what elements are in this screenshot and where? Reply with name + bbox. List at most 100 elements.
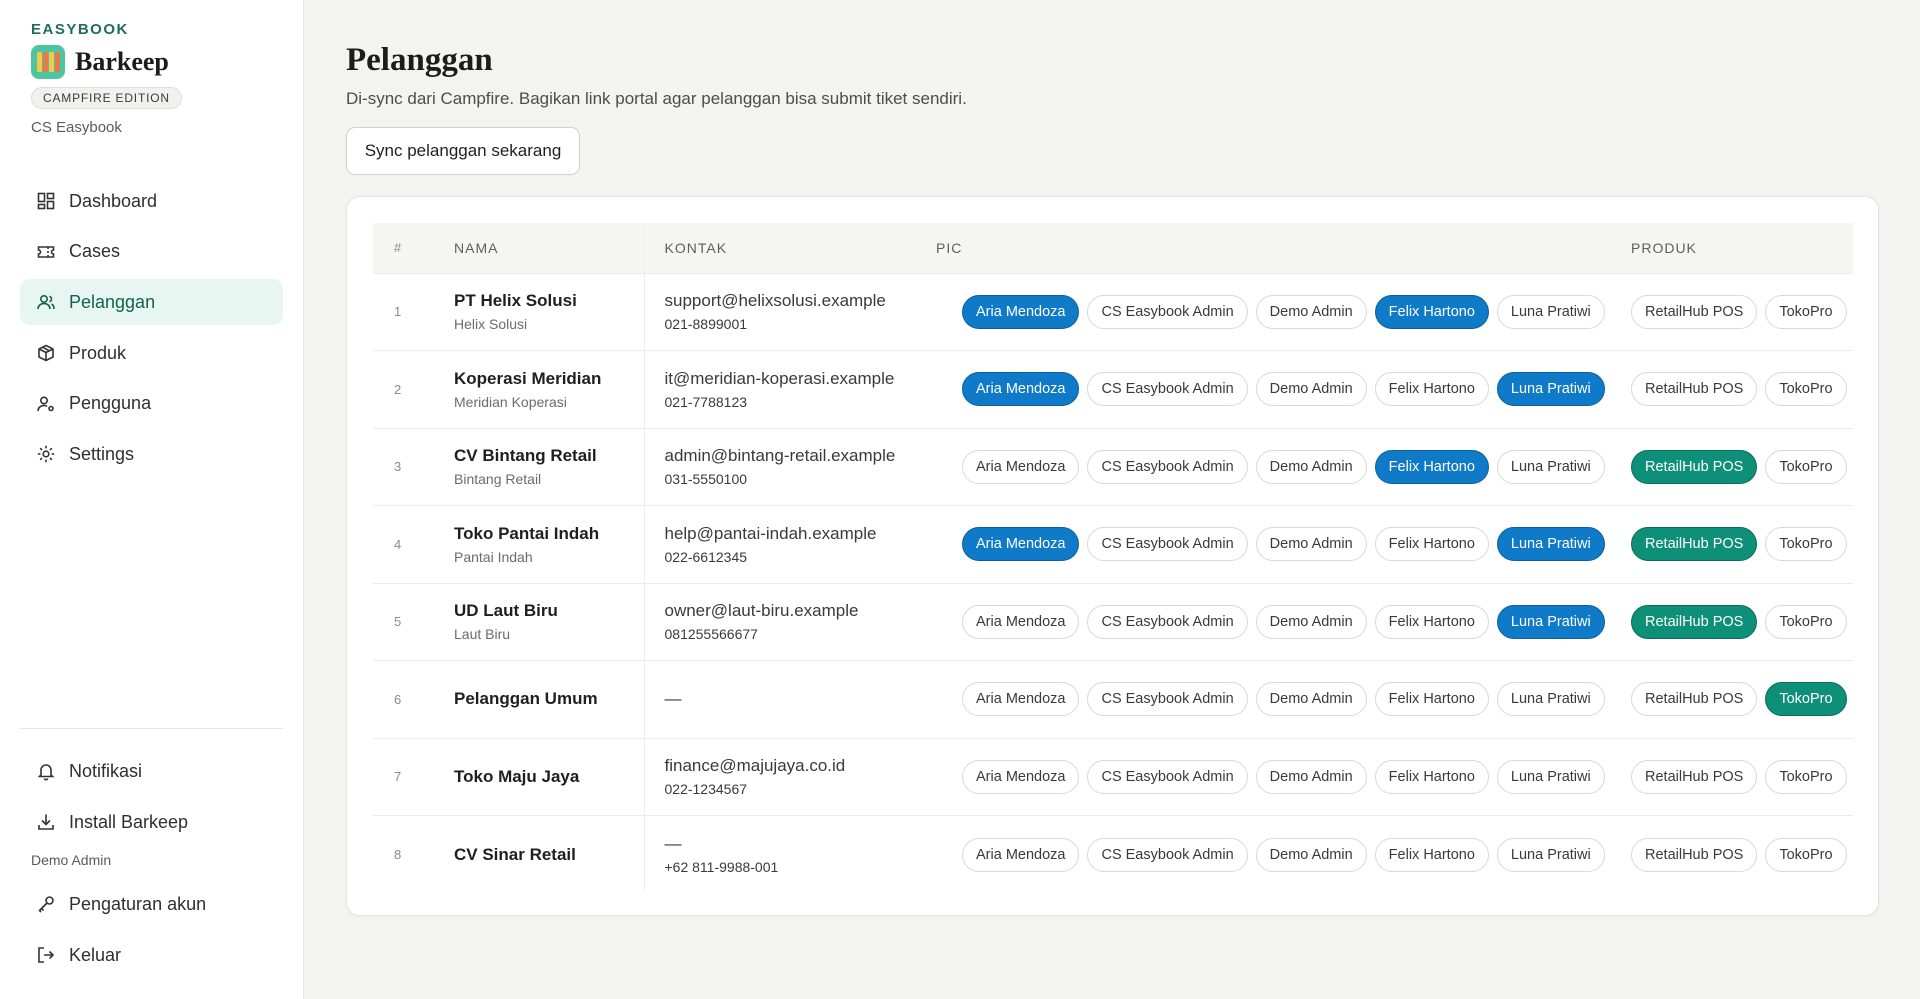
contact-email: admin@bintang-retail.example <box>664 446 896 466</box>
nav-item-produk[interactable]: Produk <box>20 330 283 376</box>
pic-chip[interactable]: Demo Admin <box>1255 682 1367 717</box>
pic-chip[interactable]: Felix Hartono <box>1374 449 1489 484</box>
sidebar-divider <box>20 728 283 729</box>
product-chip[interactable]: RetailHub POS <box>1631 759 1758 794</box>
account-settings-button[interactable]: Pengaturan akun <box>20 882 283 926</box>
customer-name: Pelanggan Umum <box>454 689 598 709</box>
nav-item-label: Pelanggan <box>69 291 156 312</box>
customer-name: Toko Maju Jaya <box>454 766 580 786</box>
install-button[interactable]: Install Barkeep <box>20 800 283 844</box>
nav-item-settings[interactable]: Settings <box>20 431 283 477</box>
pic-chip[interactable]: Felix Hartono <box>1374 682 1489 717</box>
pic-cell: Aria Mendoza CS Easybook Admin Demo Admin F… <box>936 273 1611 351</box>
nav-item-pengguna[interactable]: Pengguna <box>20 381 283 427</box>
brand[interactable]: Barkeep <box>31 44 169 80</box>
pic-chip[interactable]: Aria Mendoza <box>962 682 1080 717</box>
pic-chip[interactable]: CS Easybook Admin <box>1087 682 1248 717</box>
table-row: 3 CV Bintang Retail Bintang Retail admin@b… <box>373 428 1853 506</box>
table-row: 6 Pelanggan Umum — Aria Mendoza CS Easybook… <box>373 660 1853 738</box>
current-user: Demo Admin <box>31 852 112 868</box>
pic-chip[interactable]: CS Easybook Admin <box>1087 294 1248 329</box>
pic-chip[interactable]: Aria Mendoza <box>962 759 1080 794</box>
row-number: 3 <box>394 459 402 475</box>
product-chip[interactable]: TokoPro <box>1765 682 1847 717</box>
install-label: Install Barkeep <box>69 811 189 832</box>
pic-chip[interactable]: Aria Mendoza <box>962 449 1080 484</box>
pic-chip[interactable]: Demo Admin <box>1255 449 1367 484</box>
pic-chip[interactable]: Aria Mendoza <box>962 837 1080 872</box>
pic-chip[interactable]: Luna Pratiwi <box>1496 372 1605 407</box>
pic-chip[interactable]: Felix Hartono <box>1374 372 1489 407</box>
product-chip[interactable]: RetailHub POS <box>1631 682 1758 717</box>
notifications-label: Notifikasi <box>69 760 143 781</box>
product-chip[interactable]: TokoPro <box>1765 837 1847 872</box>
pic-chip[interactable]: CS Easybook Admin <box>1087 837 1248 872</box>
header-product: PRODUK <box>1611 223 1853 273</box>
contact-cell: support@helixsolusi.example 021-8899001 <box>644 273 936 351</box>
pic-chip[interactable]: Luna Pratiwi <box>1496 837 1605 872</box>
customer-alias: Meridian Koperasi <box>454 393 567 410</box>
pic-chip[interactable]: CS Easybook Admin <box>1087 449 1248 484</box>
pic-chip[interactable]: Aria Mendoza <box>962 604 1080 639</box>
notifications-button[interactable]: Notifikasi <box>20 749 283 793</box>
pic-chip[interactable]: Demo Admin <box>1255 837 1367 872</box>
pic-chip[interactable]: Luna Pratiwi <box>1496 527 1605 562</box>
product-chip[interactable]: RetailHub POS <box>1631 372 1758 407</box>
pic-chip[interactable]: Aria Mendoza <box>962 372 1080 407</box>
pic-chip[interactable]: Aria Mendoza <box>962 527 1080 562</box>
pic-chip[interactable]: Aria Mendoza <box>962 294 1080 329</box>
pic-chip[interactable]: CS Easybook Admin <box>1087 759 1248 794</box>
pic-chip[interactable]: Luna Pratiwi <box>1496 294 1605 329</box>
pic-chip[interactable]: Luna Pratiwi <box>1496 604 1605 639</box>
workspace-name: CS Easybook <box>31 119 122 136</box>
gear-icon <box>36 444 56 464</box>
pic-chip[interactable]: Felix Hartono <box>1374 604 1489 639</box>
nav-item-pelanggan[interactable]: Pelanggan <box>20 279 283 326</box>
pic-chip[interactable]: Demo Admin <box>1255 527 1367 562</box>
pic-chip[interactable]: CS Easybook Admin <box>1087 527 1248 562</box>
pic-chip[interactable]: Demo Admin <box>1255 604 1367 639</box>
logout-button[interactable]: Keluar <box>20 933 283 977</box>
ticket-icon <box>36 242 56 262</box>
pic-chip[interactable]: Felix Hartono <box>1374 837 1489 872</box>
product-chip[interactable]: TokoPro <box>1765 372 1847 407</box>
product-chip[interactable]: TokoPro <box>1765 604 1847 639</box>
pic-cell: Aria Mendoza CS Easybook Admin Demo Admin F… <box>936 428 1611 506</box>
pic-chip[interactable]: Felix Hartono <box>1374 759 1489 794</box>
pic-chip[interactable]: Demo Admin <box>1255 294 1367 329</box>
pic-chip[interactable]: Luna Pratiwi <box>1496 682 1605 717</box>
sidebar: EASYBOOK Barkeep CAMPFIRE EDITION CS Eas… <box>0 0 304 999</box>
row-number: 7 <box>394 769 402 785</box>
product-chip[interactable]: RetailHub POS <box>1631 527 1758 562</box>
contact-email: finance@majujaya.co.id <box>664 756 846 776</box>
brand-name: Barkeep <box>75 47 169 76</box>
product-chip[interactable]: TokoPro <box>1765 527 1847 562</box>
product-chip[interactable]: TokoPro <box>1765 449 1847 484</box>
product-chip[interactable]: RetailHub POS <box>1631 294 1758 329</box>
nav-item-cases[interactable]: Cases <box>20 229 283 275</box>
pic-chip[interactable]: Luna Pratiwi <box>1496 759 1605 794</box>
pic-cell: Aria Mendoza CS Easybook Admin Demo Admin F… <box>936 351 1611 429</box>
product-chip[interactable]: TokoPro <box>1765 759 1847 794</box>
pic-chip[interactable]: Felix Hartono <box>1374 527 1489 562</box>
pic-chip[interactable]: Luna Pratiwi <box>1496 449 1605 484</box>
product-chip[interactable]: RetailHub POS <box>1631 449 1758 484</box>
customer-name-cell: CV Sinar Retail <box>454 815 645 891</box>
row-number: 6 <box>394 691 402 707</box>
pic-chip[interactable]: Demo Admin <box>1255 759 1367 794</box>
product-chip[interactable]: RetailHub POS <box>1631 604 1758 639</box>
pic-chip[interactable]: Felix Hartono <box>1374 294 1489 329</box>
nav-item-dashboard[interactable]: Dashboard <box>20 178 283 224</box>
product-chip[interactable]: RetailHub POS <box>1631 837 1758 872</box>
contact-email: support@helixsolusi.example <box>664 291 886 311</box>
contact-cell: admin@bintang-retail.example 031-5550100 <box>644 428 936 506</box>
customer-name-cell: CV Bintang Retail Bintang Retail <box>454 428 645 506</box>
sync-customers-button[interactable]: Sync pelanggan sekarang <box>346 127 580 175</box>
product-chip[interactable]: TokoPro <box>1765 294 1847 329</box>
customer-alias: Bintang Retail <box>454 471 542 488</box>
pic-chip[interactable]: CS Easybook Admin <box>1087 372 1248 407</box>
pic-chip[interactable]: CS Easybook Admin <box>1087 604 1248 639</box>
page-title: Pelanggan <box>346 42 493 78</box>
pic-chip[interactable]: Demo Admin <box>1255 372 1367 407</box>
customers-table-scroll[interactable]: # NAMA KONTAK PIC PRODUK 1 PT Helix Solu… <box>373 223 1853 891</box>
